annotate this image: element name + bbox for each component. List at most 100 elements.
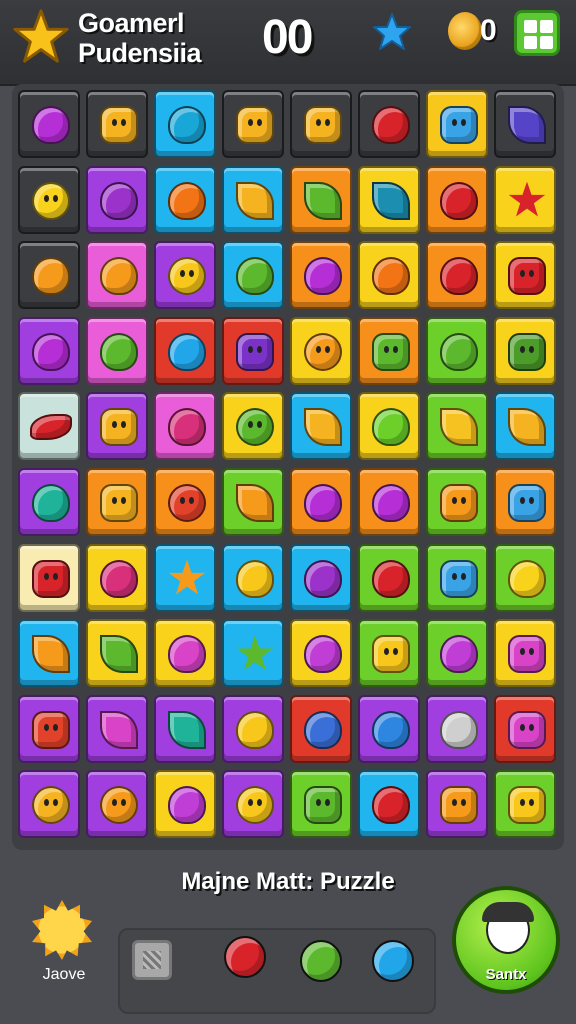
board-tile[interactable]: [18, 392, 80, 461]
board-tile[interactable]: [290, 241, 352, 310]
board-tile[interactable]: [358, 770, 420, 839]
board-tile[interactable]: [426, 241, 488, 310]
board-tile[interactable]: [426, 392, 488, 461]
board-tile[interactable]: [154, 770, 216, 839]
board-tile[interactable]: [358, 90, 420, 158]
board-tile[interactable]: [426, 694, 488, 763]
board-tile[interactable]: [494, 392, 556, 461]
board-tile[interactable]: [426, 468, 488, 536]
board-tile[interactable]: [154, 241, 216, 310]
board-tile[interactable]: [494, 694, 556, 763]
board-tile[interactable]: [494, 543, 556, 612]
board-tile[interactable]: [222, 392, 284, 461]
board-tile[interactable]: [290, 165, 352, 234]
sun-icon[interactable]: [32, 900, 92, 960]
gear-icon: [508, 635, 546, 674]
board-tile[interactable]: [426, 619, 488, 688]
eye: [393, 648, 398, 656]
board-tile[interactable]: [18, 770, 80, 839]
board-tile[interactable]: [358, 165, 420, 234]
leaf-icon: [372, 181, 410, 220]
board-tile[interactable]: [86, 90, 148, 158]
board-tile[interactable]: [494, 241, 556, 310]
board-tile[interactable]: [290, 90, 352, 158]
board-tile[interactable]: [154, 619, 216, 688]
board-tile[interactable]: [18, 165, 80, 234]
board-tile[interactable]: [222, 694, 284, 763]
board-tile[interactable]: [154, 90, 216, 158]
board-tile[interactable]: [18, 468, 80, 536]
fruit-icon: [168, 181, 206, 220]
gear-icon: [508, 332, 546, 371]
grid-menu-button[interactable]: [514, 10, 560, 56]
fruit-icon: [304, 257, 342, 296]
board-tile[interactable]: [222, 770, 284, 839]
board-tile[interactable]: [426, 316, 488, 385]
board-tile[interactable]: [494, 619, 556, 688]
eye: [44, 799, 49, 807]
board-tile[interactable]: [494, 165, 556, 234]
board-tile[interactable]: [18, 90, 80, 158]
board-tile[interactable]: [358, 694, 420, 763]
board-tile[interactable]: [426, 165, 488, 234]
board-tile[interactable]: [222, 316, 284, 385]
board-tile[interactable]: [86, 619, 148, 688]
fruit-icon: [372, 559, 410, 598]
board-tile[interactable]: [86, 241, 148, 310]
board-tile[interactable]: [154, 694, 216, 763]
board-tile[interactable]: [222, 241, 284, 310]
board-tile[interactable]: [154, 392, 216, 461]
locked-slot-icon[interactable]: [132, 940, 172, 980]
board-tile[interactable]: [18, 316, 80, 385]
board-tile[interactable]: [358, 468, 420, 536]
red-apple-icon[interactable]: [224, 936, 266, 978]
board-tile[interactable]: [358, 543, 420, 612]
fruit-icon: [304, 559, 342, 598]
board-tile[interactable]: [18, 619, 80, 688]
board-tile[interactable]: [222, 90, 284, 158]
board-tile[interactable]: [18, 543, 80, 612]
board-tile[interactable]: [358, 619, 420, 688]
board-tile[interactable]: [290, 543, 352, 612]
board-tile[interactable]: [494, 90, 556, 158]
board-tile[interactable]: [494, 316, 556, 385]
board-tile[interactable]: [290, 392, 352, 461]
board-tile[interactable]: [222, 468, 284, 536]
board-tile[interactable]: [86, 770, 148, 839]
board-tile[interactable]: [222, 543, 284, 612]
eye: [121, 119, 126, 126]
board-tile[interactable]: [290, 770, 352, 839]
board-tile[interactable]: [18, 694, 80, 763]
board-tile[interactable]: [154, 316, 216, 385]
board-tile[interactable]: [358, 316, 420, 385]
face-icon: [236, 408, 274, 447]
board-tile[interactable]: [222, 619, 284, 688]
board-tile[interactable]: [290, 316, 352, 385]
green-apple-icon[interactable]: [300, 940, 342, 982]
left-button-label[interactable]: Jaove: [34, 966, 94, 984]
board-tile[interactable]: [86, 468, 148, 536]
board-tile[interactable]: [18, 241, 80, 310]
board-tile[interactable]: [86, 392, 148, 461]
board-tile[interactable]: [358, 241, 420, 310]
coin-count: 0: [480, 14, 497, 47]
board-tile[interactable]: [154, 543, 216, 612]
board-tile[interactable]: [222, 165, 284, 234]
board-tile[interactable]: [290, 468, 352, 536]
board-tile[interactable]: [426, 770, 488, 839]
board-tile[interactable]: [494, 770, 556, 839]
board-tile[interactable]: [86, 543, 148, 612]
board-tile[interactable]: [154, 468, 216, 536]
board-tile[interactable]: [86, 694, 148, 763]
board-tile[interactable]: [290, 619, 352, 688]
board-tile[interactable]: [154, 165, 216, 234]
board-tile[interactable]: [290, 694, 352, 763]
board-tile[interactable]: [494, 468, 556, 536]
board-tile[interactable]: [426, 543, 488, 612]
play-button[interactable]: Santx: [452, 886, 560, 994]
blue-berry-icon[interactable]: [372, 940, 414, 982]
board-tile[interactable]: [86, 316, 148, 385]
board-tile[interactable]: [358, 392, 420, 461]
board-tile[interactable]: [426, 90, 488, 158]
board-tile[interactable]: [86, 165, 148, 234]
